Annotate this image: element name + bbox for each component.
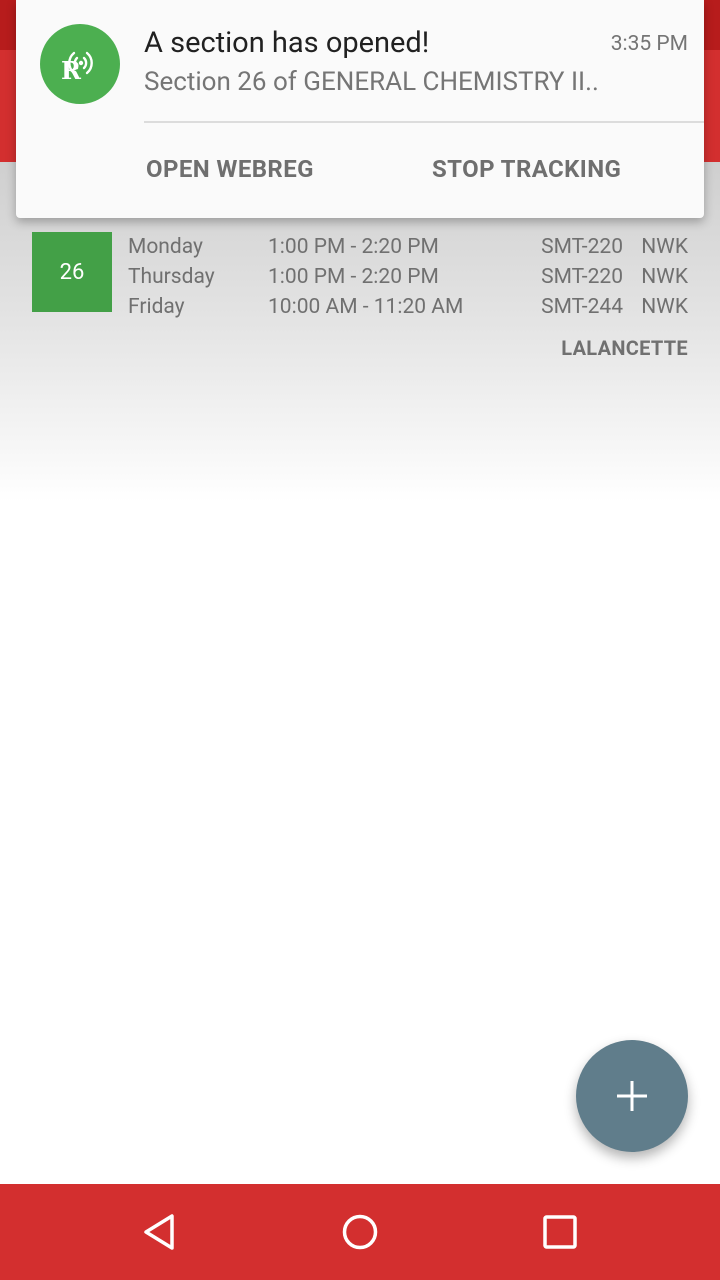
meeting-day: Thursday — [128, 265, 215, 289]
meeting-room: SMT-220 — [541, 235, 623, 259]
screen: 26 Monday 1:00 PM - 2:20 PM SMT-220 NWK … — [0, 0, 720, 1280]
notification-title: A section has opened! — [144, 26, 430, 60]
plus-icon — [617, 1081, 647, 1111]
meeting-time: 1:00 PM - 2:20 PM — [268, 265, 439, 289]
add-section-button[interactable] — [576, 1040, 688, 1152]
navigation-bar — [0, 1184, 720, 1280]
meeting-campus: NWK — [641, 295, 688, 319]
meeting-campus: NWK — [641, 265, 688, 289]
recent-apps-square-icon — [543, 1215, 577, 1249]
meeting-day: Monday — [128, 235, 203, 259]
meeting-row: Friday 10:00 AM - 11:20 AM SMT-244 NWK — [0, 295, 720, 325]
section-list: 26 Monday 1:00 PM - 2:20 PM SMT-220 NWK … — [0, 162, 720, 1184]
home-button[interactable] — [330, 1202, 390, 1262]
meeting-room: SMT-220 — [541, 265, 623, 289]
meeting-room: SMT-244 — [541, 295, 623, 319]
section-card[interactable]: 26 Monday 1:00 PM - 2:20 PM SMT-220 NWK … — [0, 222, 720, 372]
radar-r-icon: R — [40, 24, 120, 104]
heads-up-notification[interactable]: R A section has opened! 3:35 PM Section … — [16, 0, 704, 218]
instructor-name: LALANCETTE — [561, 336, 688, 360]
stop-tracking-button[interactable]: STOP TRACKING — [432, 155, 621, 183]
back-button[interactable] — [130, 1202, 190, 1262]
notification-time: 3:35 PM — [610, 32, 688, 56]
meeting-day: Friday — [128, 295, 185, 319]
back-triangle-icon — [144, 1214, 174, 1250]
meeting-time: 1:00 PM - 2:20 PM — [268, 235, 439, 259]
recent-apps-button[interactable] — [530, 1202, 590, 1262]
meeting-row: Monday 1:00 PM - 2:20 PM SMT-220 NWK — [0, 235, 720, 265]
meeting-row: Thursday 1:00 PM - 2:20 PM SMT-220 NWK — [0, 265, 720, 295]
notification-divider — [144, 121, 704, 123]
meeting-time: 10:00 AM - 11:20 AM — [268, 295, 464, 319]
open-webreg-button[interactable]: OPEN WEBREG — [146, 155, 314, 183]
meeting-campus: NWK — [641, 235, 688, 259]
home-circle-icon — [342, 1214, 378, 1250]
notification-text: Section 26 of GENERAL CHEMISTRY II.. — [144, 67, 599, 97]
